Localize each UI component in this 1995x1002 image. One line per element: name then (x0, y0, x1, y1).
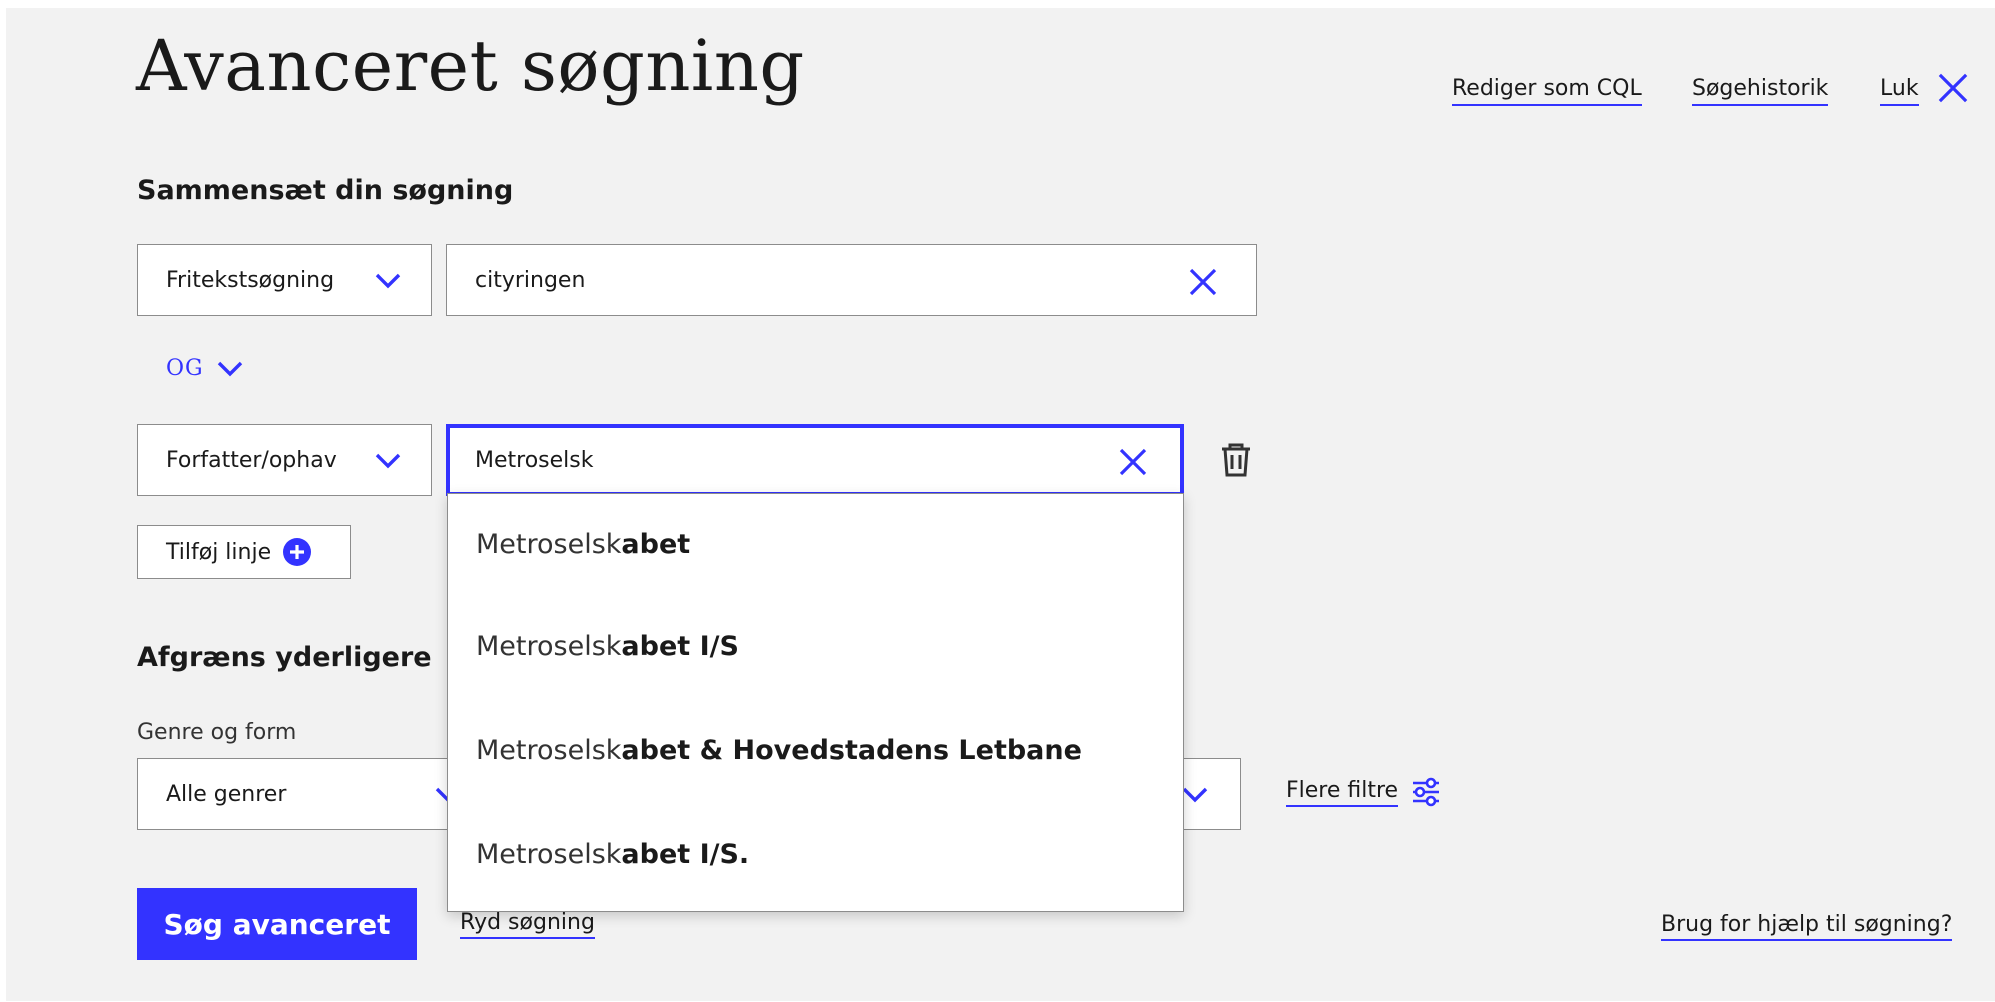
search-input-row-2[interactable] (446, 424, 1184, 496)
operator-label: OG (166, 356, 204, 381)
chevron-down-icon (217, 361, 242, 376)
operator-select[interactable]: OG (166, 356, 244, 381)
edit-as-cql-link[interactable]: Rediger som CQL (1452, 76, 1642, 106)
plus-circle-icon (283, 538, 312, 566)
more-filters-label: Flere filtre (1286, 778, 1399, 807)
filter-sliders-icon (1413, 777, 1440, 807)
suggestion-item[interactable]: Metroselsk abet I/S. (448, 802, 1183, 906)
chevron-down-icon (1182, 787, 1208, 803)
autocomplete-dropdown: Metroselsk abet Metroselsk abet I/S Metros… (447, 493, 1184, 912)
page-title: Avanceret søgning (136, 25, 805, 107)
genre-label: Genre og form (137, 720, 297, 745)
close-icon[interactable] (1937, 72, 1969, 104)
search-text-input[interactable] (475, 428, 986, 492)
more-filters-button[interactable]: Flere filtre (1286, 776, 1442, 808)
search-text-input[interactable] (475, 245, 1042, 315)
add-line-button[interactable]: Tilføj linje (137, 525, 351, 579)
search-advanced-button[interactable]: Søg avanceret (137, 888, 417, 960)
search-help-link[interactable]: Brug for hjælp til søgning? (1661, 912, 1953, 941)
clear-input-icon[interactable] (1188, 267, 1218, 297)
trash-icon[interactable] (1216, 440, 1256, 480)
field-select-label: Forfatter/ophav (166, 447, 337, 473)
clear-input-icon[interactable] (1118, 447, 1148, 477)
field-select-row-1[interactable]: Fritekstsøgning (137, 244, 432, 316)
clear-search-link[interactable]: Ryd søgning (460, 910, 595, 939)
add-line-label: Tilføj linje (166, 539, 272, 565)
search-input-row-1[interactable] (446, 244, 1257, 316)
genre-select-value: Alle genrer (166, 781, 287, 807)
refine-heading: Afgræns yderligere (137, 642, 432, 673)
close-link[interactable]: Luk (1880, 76, 1919, 106)
chevron-down-icon (375, 273, 401, 289)
compose-heading: Sammensæt din søgning (137, 175, 514, 206)
chevron-down-icon (375, 453, 401, 469)
suggestion-item[interactable]: Metroselsk abet & Hovedstadens Letbane (448, 698, 1183, 802)
field-select-row-2[interactable]: Forfatter/ophav (137, 424, 432, 496)
suggestion-item[interactable]: Metroselsk abet I/S (448, 594, 1183, 698)
suggestion-item[interactable]: Metroselsk abet (448, 494, 1183, 594)
field-select-label: Fritekstsøgning (166, 267, 335, 293)
genre-select[interactable]: Alle genrer (137, 758, 497, 830)
search-history-link[interactable]: Søgehistorik (1692, 76, 1829, 106)
